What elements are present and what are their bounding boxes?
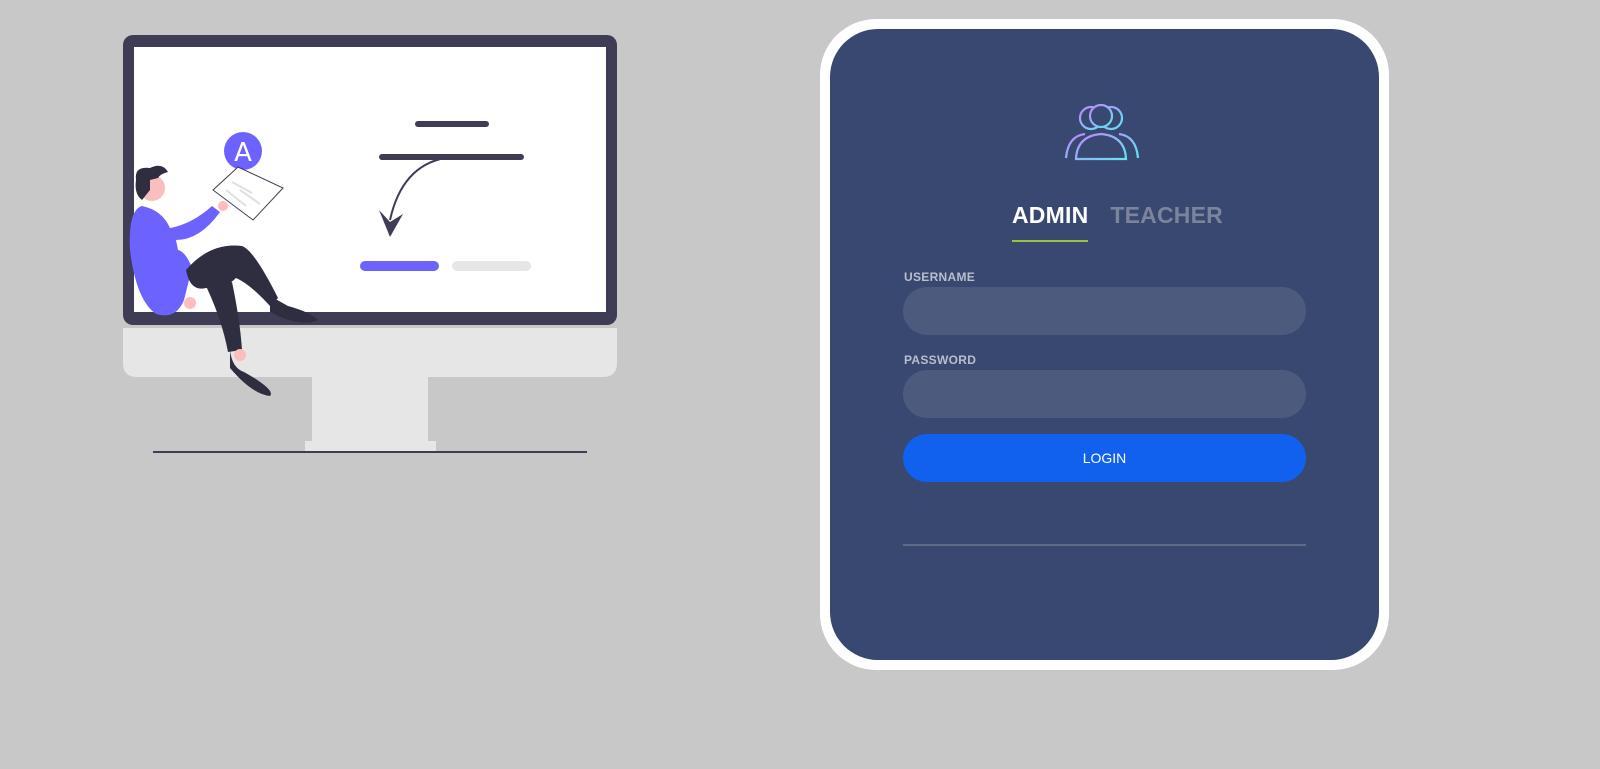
screen-title-line [415, 121, 489, 127]
tab-teacher[interactable]: TEACHER [1110, 202, 1223, 242]
login-button[interactable]: LOGIN [903, 434, 1306, 482]
password-label: PASSWORD [904, 353, 977, 367]
screen-purple-bar [360, 261, 439, 271]
monitor-base [305, 441, 436, 451]
monitor-stand [312, 377, 428, 442]
password-input[interactable] [903, 370, 1306, 418]
screen-gray-bar [452, 261, 531, 271]
tab-admin[interactable]: ADMIN [1012, 202, 1089, 242]
username-label: USERNAME [904, 270, 976, 284]
users-icon [1064, 104, 1140, 161]
monitor-person-illustration: A [123, 35, 617, 453]
role-tabs: ADMIN TEACHER [1012, 202, 1223, 242]
card-divider [903, 544, 1306, 546]
username-input[interactable] [903, 287, 1306, 335]
badge-letter: A [234, 138, 252, 168]
monitor-chin [123, 328, 617, 377]
screen-text-line [379, 154, 524, 160]
login-illustration: A [120, 30, 620, 460]
